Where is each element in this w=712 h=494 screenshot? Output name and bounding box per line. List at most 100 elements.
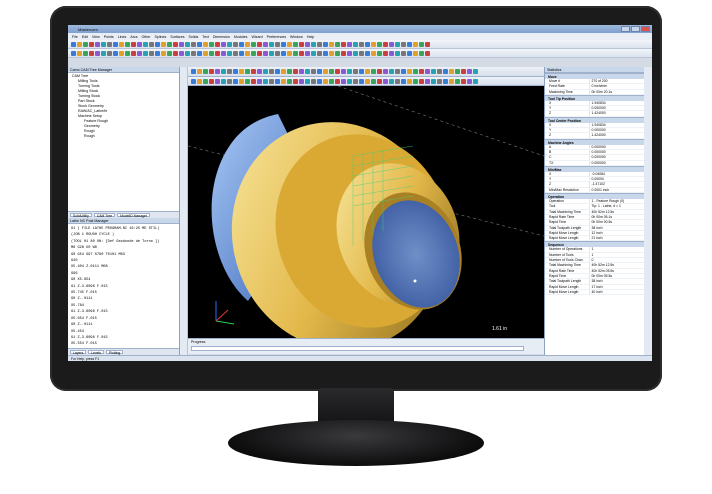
- toolbar-icon[interactable]: [173, 41, 178, 47]
- panel-tab[interactable]: ModelID Manager: [117, 213, 151, 218]
- toolbar-icon[interactable]: [143, 50, 148, 56]
- toolbar-icon[interactable]: [191, 78, 196, 84]
- toolbar-icon[interactable]: [239, 78, 244, 84]
- toolbar-icon[interactable]: [383, 78, 388, 84]
- toolbar-icon[interactable]: [107, 50, 112, 56]
- toolbar-icon[interactable]: [77, 50, 82, 56]
- toolbar-icon[interactable]: [419, 78, 424, 84]
- menu-item[interactable]: Edit: [82, 35, 88, 39]
- toolbar-icon[interactable]: [395, 41, 400, 47]
- toolbar-icon[interactable]: [179, 41, 184, 47]
- toolbar-icon[interactable]: [275, 78, 280, 84]
- toolbar-icon[interactable]: [113, 50, 118, 56]
- toolbar-icon[interactable]: [233, 50, 238, 56]
- toolbar-icon[interactable]: [263, 41, 268, 47]
- toolbar-icon[interactable]: [227, 41, 232, 47]
- toolbar-icon[interactable]: [107, 41, 112, 47]
- toolbar-icon[interactable]: [245, 50, 250, 56]
- toolbar-icon[interactable]: [371, 41, 376, 47]
- toolbar-icon[interactable]: [407, 78, 412, 84]
- toolbar-icon[interactable]: [131, 50, 136, 56]
- toolbar-icon[interactable]: [413, 41, 418, 47]
- toolbar-icon[interactable]: [299, 78, 304, 84]
- toolbar-icon[interactable]: [275, 41, 280, 47]
- toolbar-icon[interactable]: [389, 69, 394, 74]
- toolbar-icon[interactable]: [329, 78, 334, 84]
- toolbar-icon[interactable]: [443, 78, 448, 84]
- toolbar-icon[interactable]: [197, 41, 202, 47]
- toolbar-icon[interactable]: [341, 69, 346, 74]
- minimize-button[interactable]: [621, 26, 630, 32]
- toolbar-icon[interactable]: [347, 41, 352, 47]
- toolbar-icon[interactable]: [323, 78, 328, 84]
- bottom-tab[interactable]: Plotting: [106, 350, 124, 355]
- toolbar-icon[interactable]: [407, 41, 412, 47]
- menu-item[interactable]: Other: [142, 35, 151, 39]
- toolbar-icon[interactable]: [437, 78, 442, 84]
- bottom-tab[interactable]: Levels: [88, 350, 104, 355]
- toolbar-icon[interactable]: [389, 50, 394, 56]
- toolbar-icon[interactable]: [149, 41, 154, 47]
- toolbar-icon[interactable]: [245, 78, 250, 84]
- toolbar-icon[interactable]: [233, 41, 238, 47]
- toolbar-icon[interactable]: [215, 41, 220, 47]
- toolbar-icon[interactable]: [431, 78, 436, 84]
- toolbar-icon[interactable]: [371, 50, 376, 56]
- toolbar-icon[interactable]: [407, 50, 412, 56]
- graphics-viewport[interactable]: 1.61 in: [187, 85, 545, 350]
- toolbar-icon[interactable]: [401, 69, 406, 74]
- toolbar-icon[interactable]: [221, 50, 226, 56]
- toolbar-icon[interactable]: [143, 41, 148, 47]
- toolbar-icon[interactable]: [419, 50, 424, 56]
- toolbar-icon[interactable]: [191, 50, 196, 56]
- toolbar-icon[interactable]: [185, 50, 190, 56]
- menu-item[interactable]: Text: [202, 35, 209, 39]
- toolbar-icon[interactable]: [167, 41, 172, 47]
- toolbar-icon[interactable]: [449, 69, 454, 74]
- toolbar-icon[interactable]: [305, 69, 310, 74]
- toolbar-icon[interactable]: [263, 50, 268, 56]
- toolbar-icon[interactable]: [419, 69, 424, 74]
- toolbar-icon[interactable]: [347, 69, 352, 74]
- toolbar-icon[interactable]: [395, 78, 400, 84]
- toolbar-icon[interactable]: [287, 50, 292, 56]
- toolbar-icon[interactable]: [365, 69, 370, 74]
- toolbar-icon[interactable]: [269, 50, 274, 56]
- toolbar-icon[interactable]: [155, 50, 160, 56]
- toolbar-icon[interactable]: [323, 50, 328, 56]
- toolbar-icon[interactable]: [431, 69, 436, 74]
- panel-tab[interactable]: CAM Tree: [93, 213, 116, 218]
- menu-item[interactable]: Lines: [118, 35, 127, 39]
- toolbar-icon[interactable]: [89, 41, 94, 47]
- toolbar-icon[interactable]: [305, 41, 310, 47]
- toolbar-icon[interactable]: [221, 41, 226, 47]
- toolbar-icon[interactable]: [335, 78, 340, 84]
- toolbar-icon[interactable]: [293, 69, 298, 74]
- toolbar-icon[interactable]: [125, 50, 130, 56]
- toolbar-icon[interactable]: [335, 41, 340, 47]
- toolbar-icon[interactable]: [125, 41, 130, 47]
- toolbar-icon[interactable]: [245, 41, 250, 47]
- toolbar-icon[interactable]: [239, 50, 244, 56]
- toolbar-icon[interactable]: [269, 41, 274, 47]
- toolbar-icon[interactable]: [335, 69, 340, 74]
- toolbar-icon[interactable]: [209, 41, 214, 47]
- menu-item[interactable]: Modules: [234, 35, 248, 39]
- toolbar-icon[interactable]: [383, 69, 388, 74]
- toolbar-icon[interactable]: [281, 50, 286, 56]
- toolbar-icon[interactable]: [71, 41, 76, 47]
- toolbar-icon[interactable]: [311, 69, 316, 74]
- toolbar-icon[interactable]: [437, 69, 442, 74]
- close-button[interactable]: [641, 26, 650, 32]
- toolbar-icon[interactable]: [89, 50, 94, 56]
- toolbar-icon[interactable]: [395, 50, 400, 56]
- toolbar-icon[interactable]: [377, 50, 382, 56]
- toolbar-icon[interactable]: [191, 41, 196, 47]
- toolbar-icon[interactable]: [377, 78, 382, 84]
- toolbar-icon[interactable]: [311, 41, 316, 47]
- toolbar-icon[interactable]: [359, 41, 364, 47]
- toolbar-icon[interactable]: [395, 69, 400, 74]
- toolbar-icon[interactable]: [329, 69, 334, 74]
- toolbar-icon[interactable]: [371, 69, 376, 74]
- toolbar-icon[interactable]: [347, 50, 352, 56]
